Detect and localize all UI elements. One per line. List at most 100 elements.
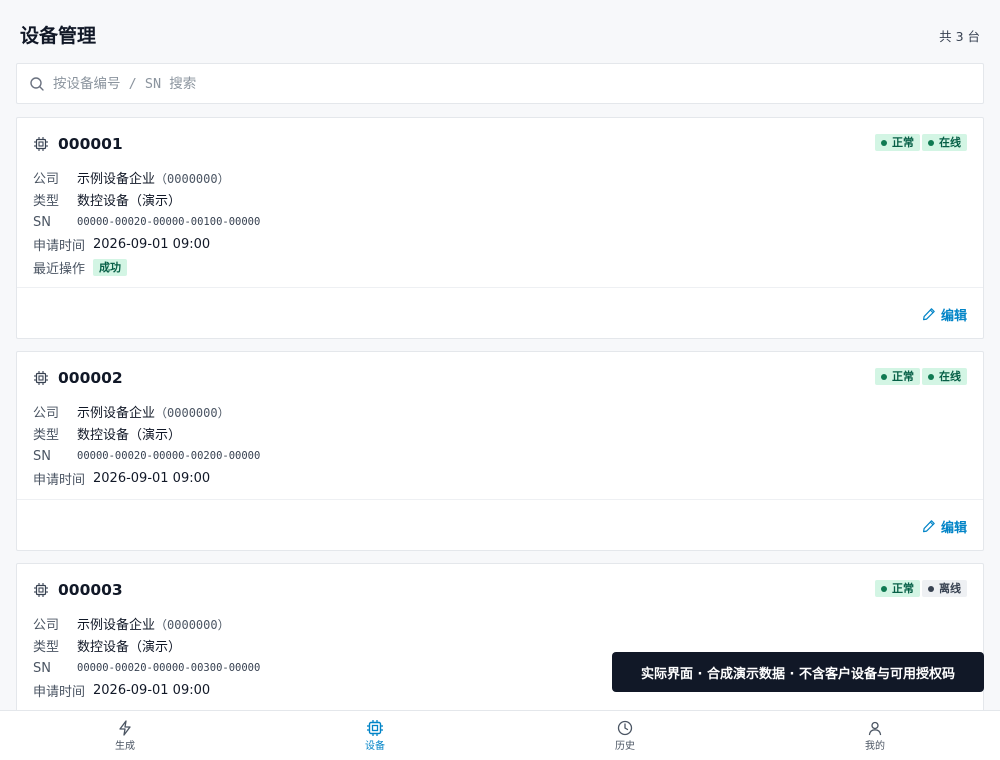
device-management-page: 设备管理 共 3 台 000001 正常 在线 公司 示例设备企业（000000…: [0, 0, 1000, 760]
status-badge: 正常: [875, 134, 920, 151]
company-label: 公司: [33, 617, 60, 633]
demo-notice-toast: 实际界面 · 合成演示数据 · 不含客户设备与可用授权码: [612, 652, 984, 692]
device-id: 000002: [58, 369, 123, 387]
last-op-row: 最近操作 成功: [33, 256, 967, 279]
pencil-icon: [922, 307, 936, 321]
company-row: 公司 示例设备企业（0000000）: [33, 400, 967, 423]
company-code: （0000000）: [155, 171, 230, 186]
offline-dot: [928, 585, 934, 592]
status-badges: 正常 离线: [875, 580, 967, 597]
apply-time-value: 2026-09-01 09:00: [93, 471, 211, 487]
company-row: 公司 示例设备企业（0000000）: [33, 612, 967, 635]
lightning-icon: [116, 719, 134, 737]
sn-value: 00000-00020-00000-00300-00000: [77, 662, 261, 675]
device-card-header: 000001: [33, 134, 123, 154]
company-value: 示例设备企业（0000000）: [77, 614, 230, 633]
tab-history[interactable]: 历史: [500, 711, 750, 760]
search-bar[interactable]: [16, 63, 984, 104]
type-value: 数控设备（演示）: [77, 428, 182, 444]
type-value: 数控设备（演示）: [77, 194, 182, 210]
user-icon: [866, 719, 884, 737]
company-value: 示例设备企业（0000000）: [77, 168, 230, 187]
device-card: 000002 正常 在线 公司 示例设备企业（0000000） 类型 数控设备（…: [16, 351, 984, 551]
apply-time-label: 申请时间: [33, 685, 86, 701]
header: 设备管理 共 3 台: [20, 22, 980, 50]
apply-time-label: 申请时间: [33, 473, 86, 489]
company-code: （0000000）: [155, 617, 230, 632]
status-dot: [881, 373, 887, 380]
chip-icon: [33, 370, 49, 386]
online-badge: 在线: [922, 134, 967, 151]
tab-devices[interactable]: 设备: [250, 711, 500, 760]
status-badge: 正常: [875, 368, 920, 385]
edit-button[interactable]: 编辑: [922, 517, 967, 536]
online-text: 在线: [939, 370, 961, 383]
tab-label: 我的: [865, 741, 885, 752]
tab-generate[interactable]: 生成: [0, 711, 250, 760]
apply-time-row: 申请时间 2026-09-01 09:00: [33, 234, 967, 257]
search-input[interactable]: [53, 75, 983, 92]
chip-icon: [366, 719, 384, 737]
online-dot: [928, 373, 934, 380]
status-text: 正常: [892, 370, 914, 383]
page-title: 设备管理: [20, 25, 97, 47]
device-count: 共 3 台: [939, 29, 980, 44]
apply-time-value: 2026-09-01 09:00: [93, 237, 211, 253]
company-name: 示例设备企业: [77, 171, 156, 187]
chip-icon: [33, 136, 49, 152]
status-text: 正常: [892, 582, 914, 595]
online-text: 在线: [939, 136, 961, 149]
tab-label: 历史: [615, 741, 635, 752]
sn-value: 00000-00020-00000-00200-00000: [77, 450, 261, 463]
apply-time-label: 申请时间: [33, 239, 86, 255]
device-details: 公司 示例设备企业（0000000） 类型 数控设备（演示） SN 00000-…: [33, 400, 967, 490]
search-icon: [29, 76, 45, 92]
status-badge: 正常: [875, 580, 920, 597]
tab-label: 生成: [115, 741, 135, 752]
card-footer: 编辑: [17, 499, 983, 550]
pencil-icon: [922, 519, 936, 533]
last-op-label: 最近操作: [33, 261, 86, 277]
device-details: 公司 示例设备企业（0000000） 类型 数控设备（演示） SN 00000-…: [33, 166, 967, 279]
status-text: 正常: [892, 136, 914, 149]
status-badges: 正常 在线: [875, 368, 967, 385]
offline-badge: 离线: [922, 580, 967, 597]
online-dot: [928, 139, 934, 146]
company-name: 示例设备企业: [77, 405, 156, 421]
last-op-badge: 成功: [93, 258, 127, 276]
edit-button[interactable]: 编辑: [922, 305, 967, 324]
sn-label: SN: [33, 448, 51, 464]
type-label: 类型: [33, 194, 60, 210]
device-card-header: 000002: [33, 368, 123, 388]
company-name: 示例设备企业: [77, 617, 156, 633]
sn-label: SN: [33, 214, 51, 230]
device-card: 000001 正常 在线 公司 示例设备企业（0000000） 类型 数控设备（…: [16, 117, 984, 339]
status-dot: [881, 585, 887, 592]
type-value: 数控设备（演示）: [77, 640, 182, 656]
device-card-header: 000003: [33, 580, 123, 600]
type-label: 类型: [33, 428, 60, 444]
company-value: 示例设备企业（0000000）: [77, 402, 230, 421]
type-row: 类型 数控设备（演示）: [33, 189, 967, 212]
tab-profile[interactable]: 我的: [750, 711, 1000, 760]
apply-time-row: 申请时间 2026-09-01 09:00: [33, 468, 967, 491]
company-label: 公司: [33, 405, 60, 421]
sn-row: SN 00000-00020-00000-00200-00000: [33, 445, 967, 468]
online-text: 离线: [939, 582, 961, 595]
status-dot: [881, 139, 887, 146]
bottom-tab-bar: 生成 设备 历史 我的: [0, 710, 1000, 760]
type-row: 类型 数控设备（演示）: [33, 423, 967, 446]
company-row: 公司 示例设备企业（0000000）: [33, 166, 967, 189]
online-badge: 在线: [922, 368, 967, 385]
chip-icon: [33, 582, 49, 598]
edit-label: 编辑: [940, 520, 967, 536]
type-label: 类型: [33, 640, 60, 656]
device-id: 000001: [58, 135, 123, 153]
status-badges: 正常 在线: [875, 134, 967, 151]
device-id: 000003: [58, 581, 123, 599]
tab-label: 设备: [365, 741, 385, 752]
company-code: （0000000）: [155, 405, 230, 420]
clock-icon: [616, 719, 634, 737]
edit-label: 编辑: [940, 308, 967, 324]
company-label: 公司: [33, 171, 60, 187]
